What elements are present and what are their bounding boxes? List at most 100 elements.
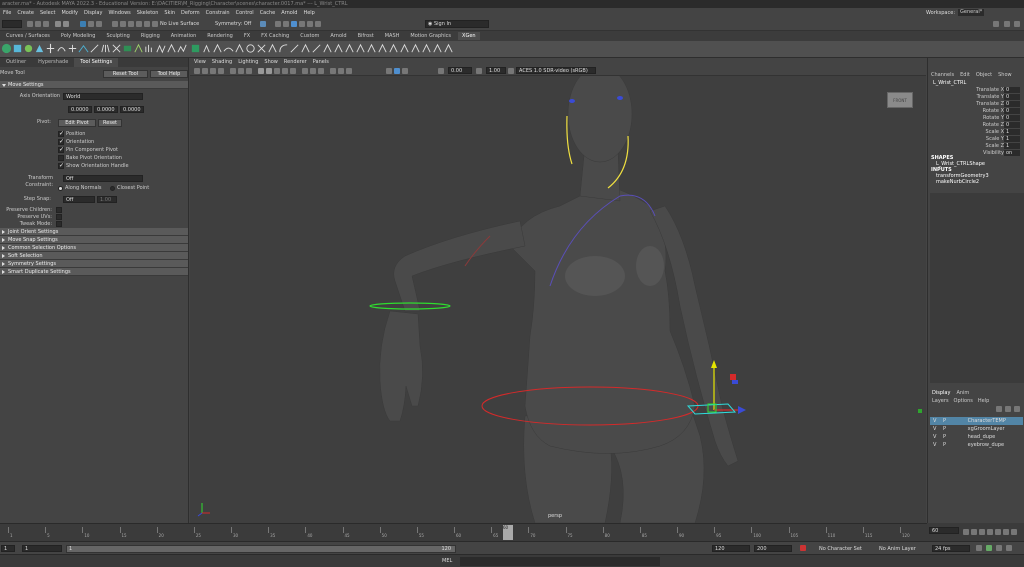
- playback-preferences-icon[interactable]: [986, 545, 992, 551]
- viewport-menu-panels[interactable]: Panels: [313, 58, 329, 66]
- render-ipr-icon[interactable]: [283, 21, 289, 27]
- resolution-gate-icon[interactable]: [246, 68, 252, 74]
- xgen-twist-icon[interactable]: [256, 43, 267, 54]
- xgen-settings-icon[interactable]: [443, 43, 454, 54]
- xgen-coil-icon[interactable]: [245, 43, 256, 54]
- menu-modify[interactable]: Modify: [61, 10, 78, 16]
- modeling-toolkit-icon[interactable]: [1004, 21, 1010, 27]
- arnold-render-icon[interactable]: [315, 21, 321, 27]
- xgen-splines-icon[interactable]: [100, 43, 111, 54]
- menu-cache[interactable]: Cache: [260, 10, 276, 16]
- shelf-tab-fx[interactable]: FX: [240, 32, 254, 40]
- reset-pivot-button[interactable]: Reset: [98, 119, 122, 127]
- display-icon[interactable]: [402, 68, 408, 74]
- xgen-cut-icon[interactable]: [111, 43, 122, 54]
- xgen-grooming-icon[interactable]: [34, 43, 45, 54]
- step-snap-dropdown[interactable]: Off: [63, 196, 95, 203]
- menu-display[interactable]: Display: [84, 10, 102, 16]
- xgen-smooth-icon[interactable]: [223, 43, 234, 54]
- redo-icon[interactable]: [63, 21, 69, 27]
- xgen-brush-icon[interactable]: [89, 43, 100, 54]
- sign-in-dropdown[interactable]: ◉ Sign In: [425, 20, 489, 28]
- edit-pivot-button[interactable]: Edit Pivot: [58, 119, 96, 127]
- sound-icon[interactable]: [996, 545, 1002, 551]
- render-settings-icon[interactable]: [291, 21, 297, 27]
- shelf-tab-arnold[interactable]: Arnold: [326, 32, 350, 40]
- snap-curve-icon[interactable]: [120, 21, 126, 27]
- xgen-cutter-icon[interactable]: [289, 43, 300, 54]
- layer-name[interactable]: xgGroomLayer: [968, 426, 1005, 432]
- shelf-tab-rendering[interactable]: Rendering: [203, 32, 237, 40]
- step-back-frame-icon[interactable]: [979, 529, 985, 535]
- xgen-freeze-icon[interactable]: [212, 43, 223, 54]
- snap-surface-icon[interactable]: [144, 21, 150, 27]
- channel-visibility-value[interactable]: on: [1004, 150, 1020, 156]
- xgen-add-guide-icon[interactable]: [67, 43, 78, 54]
- object-name[interactable]: L_Wrist_CTRL: [933, 80, 966, 86]
- viewport-menu-shading[interactable]: Shading: [212, 58, 232, 66]
- channel-translate-z-value[interactable]: 0: [1004, 101, 1020, 107]
- fps-dropdown[interactable]: 24 fps: [932, 545, 970, 552]
- hypershade-icon[interactable]: [299, 21, 305, 27]
- gamma-field[interactable]: 1.00: [486, 67, 506, 74]
- channel-translate-y-value[interactable]: 0: [1004, 94, 1020, 100]
- xgen-noise-icon[interactable]: [177, 43, 188, 54]
- xgen-placement-icon[interactable]: [322, 43, 333, 54]
- xgen-collection-icon[interactable]: [12, 43, 23, 54]
- tab-tool-settings[interactable]: Tool Settings: [74, 58, 119, 67]
- viewport-menu-lighting[interactable]: Lighting: [238, 58, 258, 66]
- channel-menu-channels[interactable]: Channels: [931, 72, 954, 78]
- channel-translate-x-value[interactable]: 0: [1004, 87, 1020, 93]
- layer-playback-toggle[interactable]: P: [943, 434, 946, 440]
- xgen-part-icon[interactable]: [234, 43, 245, 54]
- snap-grid-icon[interactable]: [112, 21, 118, 27]
- snapshot-icon[interactable]: [394, 68, 400, 74]
- new-layer-icon[interactable]: [1014, 406, 1020, 412]
- shelf-tab-sculpting[interactable]: Sculpting: [102, 32, 133, 40]
- shelf-tab-mash[interactable]: MASH: [381, 32, 404, 40]
- xgen-layer-icon[interactable]: [122, 43, 133, 54]
- xgen-density-icon[interactable]: [144, 43, 155, 54]
- channel-menu-edit[interactable]: Edit: [960, 72, 970, 78]
- select-object-icon[interactable]: [88, 21, 94, 27]
- channel-translate-y-label[interactable]: Translate Y: [977, 94, 1004, 100]
- film-gate-icon[interactable]: [238, 68, 244, 74]
- command-language-label[interactable]: MEL: [442, 558, 452, 564]
- preserve-children-checkbox[interactable]: [56, 207, 62, 213]
- symmetry-settings-header[interactable]: Symmetry Settings: [0, 260, 188, 268]
- camera-select-icon[interactable]: [194, 68, 200, 74]
- tab-hypershade[interactable]: Hypershade: [32, 58, 74, 67]
- snap-point-icon[interactable]: [128, 21, 134, 27]
- xgen-region-icon[interactable]: [344, 43, 355, 54]
- channel-rotate-z-value[interactable]: 0: [1004, 122, 1020, 128]
- channel-scale-y-label[interactable]: Scale Y: [986, 136, 1004, 142]
- menu-create[interactable]: Create: [17, 10, 34, 16]
- xgen-description-icon[interactable]: [1, 43, 12, 54]
- show-orientation-handle-checkbox[interactable]: [58, 162, 64, 169]
- move-snap-settings-header[interactable]: Move Snap Settings: [0, 236, 188, 244]
- image-plane-icon[interactable]: [218, 68, 224, 74]
- step-snap-field[interactable]: 1.00: [97, 196, 117, 203]
- menu-windows[interactable]: Windows: [108, 10, 130, 16]
- layer-visibility-toggle[interactable]: V: [933, 426, 936, 432]
- layer-name[interactable]: eyebrow_dupe: [968, 442, 1004, 448]
- viewport-menu-view[interactable]: View: [194, 58, 206, 66]
- camera-attributes-icon[interactable]: [202, 68, 208, 74]
- menu-skeleton[interactable]: Skeleton: [137, 10, 159, 16]
- shelf-tab-poly-modeling[interactable]: Poly Modeling: [57, 32, 100, 40]
- channel-translate-z-label[interactable]: Translate Z: [976, 101, 1004, 107]
- layer-menu-options[interactable]: Options: [954, 398, 973, 404]
- menuset-dropdown[interactable]: [2, 20, 22, 28]
- menu-skin[interactable]: Skin: [164, 10, 175, 16]
- menu-control[interactable]: Control: [236, 10, 254, 16]
- layer-name[interactable]: CharacterTEMP: [968, 418, 1006, 424]
- layer-playback-toggle[interactable]: P: [943, 426, 946, 432]
- common-selection-options-header[interactable]: Common Selection Options: [0, 244, 188, 252]
- xgen-import-icon[interactable]: [432, 43, 443, 54]
- channel-scale-x-label[interactable]: Scale X: [986, 129, 1004, 135]
- move-settings-header[interactable]: Move Settings: [0, 81, 188, 89]
- gamma-icon[interactable]: [476, 68, 482, 74]
- xgen-attract-icon[interactable]: [267, 43, 278, 54]
- viewport-canvas[interactable]: FRONT: [190, 76, 926, 523]
- tweak-mode-checkbox[interactable]: [56, 221, 62, 227]
